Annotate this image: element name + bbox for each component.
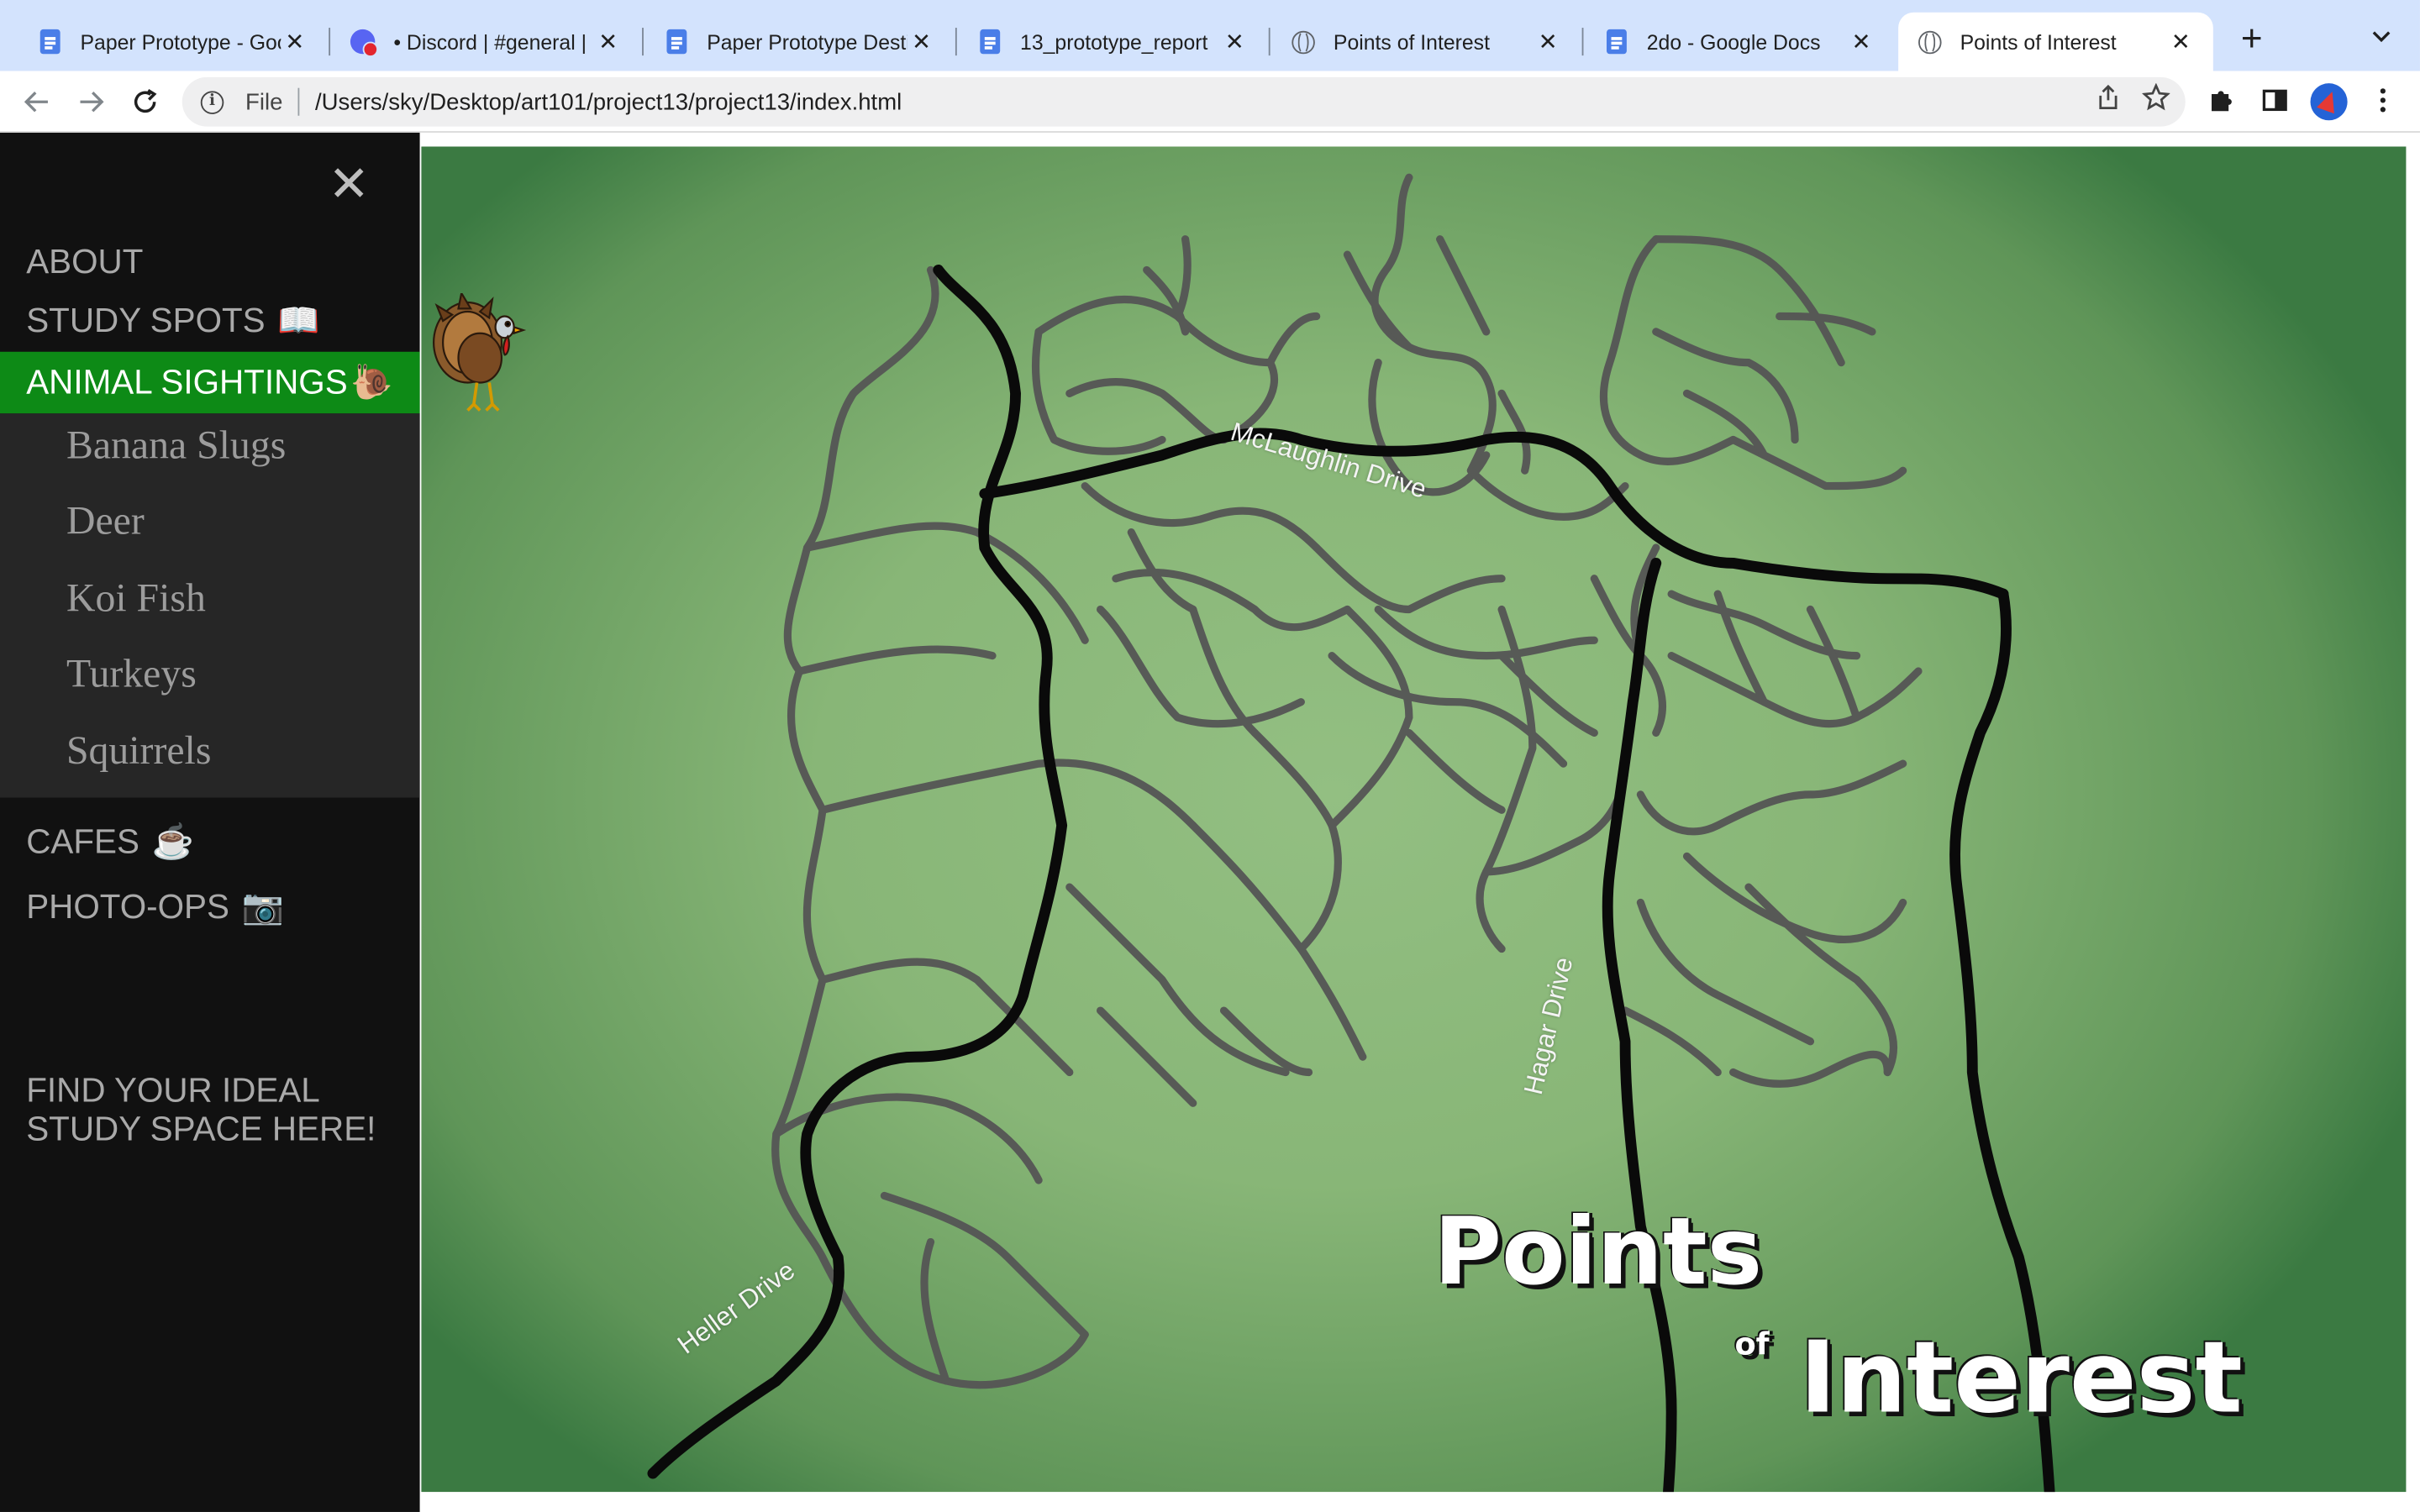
browser-tab[interactable]: • Discord | #general | ✕ bbox=[332, 13, 640, 71]
reload-icon[interactable] bbox=[127, 83, 164, 120]
tab-title: Paper Prototype Desti bbox=[707, 29, 908, 54]
close-tab-icon[interactable]: ✕ bbox=[281, 28, 308, 55]
close-tab-icon[interactable]: ✕ bbox=[594, 28, 622, 55]
share-icon[interactable] bbox=[2096, 83, 2120, 118]
address-separator bbox=[297, 87, 300, 116]
forward-arrow-icon[interactable] bbox=[72, 83, 109, 120]
tab-title: Points of Interest bbox=[1960, 29, 2117, 54]
map-title-of: of bbox=[1734, 1325, 1770, 1362]
submenu-item-banana-slugs[interactable]: Banana Slugs bbox=[66, 423, 286, 469]
extensions-puzzle-icon[interactable] bbox=[2204, 83, 2238, 117]
page-content: ✕ ABOUT STUDY SPOTS 📖 ANIMAL SIGHTINGS 🐌… bbox=[0, 132, 2420, 1512]
globe-icon bbox=[1917, 29, 1941, 54]
nav-item-label: ANIMAL SIGHTINGS bbox=[26, 362, 348, 402]
open-book-icon: 📖 bbox=[277, 301, 320, 340]
browser-tab[interactable]: Paper Prototype - Goo ✕ bbox=[18, 13, 327, 71]
browser-tab-active[interactable]: Points of Interest ✕ bbox=[1898, 12, 2213, 71]
browser-toolbar: i File /Users/sky/Desktop/art101/project… bbox=[0, 71, 2420, 133]
map-title-interest: Interest bbox=[1799, 1322, 2243, 1436]
submenu-item-deer[interactable]: Deer bbox=[66, 498, 145, 544]
address-scheme-label: File bbox=[245, 88, 283, 115]
new-tab-plus-icon[interactable]: + bbox=[2232, 21, 2272, 62]
nav-item-label: ABOUT bbox=[26, 242, 144, 281]
tab-title: 13_prototype_report bbox=[1020, 29, 1208, 54]
browser-tab[interactable]: 2do - Google Docs ✕ bbox=[1585, 13, 1893, 71]
nav-item-about[interactable]: ABOUT bbox=[0, 232, 420, 293]
nav-item-label: PHOTO-OPS bbox=[26, 887, 229, 927]
globe-icon bbox=[1290, 29, 1314, 54]
nav-item-study-spots[interactable]: STUDY SPOTS 📖 bbox=[0, 290, 420, 351]
close-tab-icon[interactable]: ✕ bbox=[2167, 28, 2195, 55]
close-tab-icon[interactable]: ✕ bbox=[1534, 28, 1562, 55]
address-url[interactable]: /Users/sky/Desktop/art101/project13/proj… bbox=[315, 89, 902, 115]
google-docs-icon bbox=[664, 29, 688, 55]
nav-item-photo-ops[interactable]: PHOTO-OPS 📷 bbox=[0, 876, 420, 937]
map-title-points: Points bbox=[1434, 1199, 1763, 1307]
nav-item-animal-sightings[interactable]: ANIMAL SIGHTINGS 🐌 bbox=[0, 351, 420, 414]
sidebar-tagline: FIND YOUR IDEAL STUDY SPACE HERE! bbox=[26, 1070, 376, 1148]
close-tab-icon[interactable]: ✕ bbox=[908, 28, 935, 55]
browser-tab-strip: Paper Prototype - Goo ✕ • Discord | #gen… bbox=[0, 0, 2420, 71]
google-docs-icon bbox=[977, 29, 1002, 55]
tab-title: Points of Interest bbox=[1333, 29, 1490, 54]
browser-menu-icon[interactable] bbox=[2366, 83, 2400, 117]
close-tab-icon[interactable]: ✕ bbox=[1848, 28, 1876, 55]
banana-slug-icon: 🐌 bbox=[350, 362, 393, 402]
google-docs-icon bbox=[37, 29, 61, 55]
browser-tab[interactable]: 13_prototype_report ✕ bbox=[959, 13, 1267, 71]
tab-title: • Discord | #general | bbox=[393, 29, 587, 54]
close-tab-icon[interactable]: ✕ bbox=[1221, 28, 1249, 55]
submenu-item-koi-fish[interactable]: Koi Fish bbox=[66, 575, 206, 622]
tab-separator bbox=[955, 28, 957, 56]
road-network-map bbox=[647, 173, 2055, 1493]
site-info-icon[interactable]: i bbox=[200, 90, 224, 113]
bookmark-star-icon[interactable] bbox=[2141, 82, 2170, 118]
campus-map[interactable]: McLaughlin Drive Hagar Drive Heller Driv… bbox=[421, 146, 2407, 1493]
sidebar-nav: ✕ ABOUT STUDY SPOTS 📖 ANIMAL SIGHTINGS 🐌… bbox=[0, 132, 420, 1512]
back-arrow-icon[interactable] bbox=[18, 83, 55, 120]
tab-separator bbox=[1268, 28, 1270, 56]
nav-item-label: STUDY SPOTS bbox=[26, 301, 266, 340]
tab-search-chevron-icon[interactable] bbox=[2365, 24, 2398, 58]
turkey-icon[interactable] bbox=[428, 290, 533, 413]
submenu-item-turkeys[interactable]: Turkeys bbox=[66, 651, 197, 697]
camera-icon: 📷 bbox=[241, 887, 285, 927]
tab-separator bbox=[1581, 28, 1584, 56]
side-panel-icon[interactable] bbox=[2258, 83, 2291, 117]
google-docs-icon bbox=[1603, 29, 1628, 55]
tab-title: 2do - Google Docs bbox=[1646, 29, 1821, 54]
profile-avatar[interactable] bbox=[2310, 83, 2348, 121]
submenu-item-squirrels[interactable]: Squirrels bbox=[66, 728, 211, 774]
browser-tab[interactable]: Points of Interest ✕ bbox=[1271, 13, 1580, 71]
discord-icon bbox=[350, 29, 378, 57]
nav-item-label: CAFES bbox=[26, 822, 139, 861]
tab-title: Paper Prototype - Goo bbox=[80, 29, 281, 54]
browser-tab[interactable]: Paper Prototype Desti ✕ bbox=[645, 13, 954, 71]
tab-separator bbox=[642, 28, 644, 56]
nav-item-cafes[interactable]: CAFES ☕ bbox=[0, 811, 420, 873]
close-sidebar-icon[interactable]: ✕ bbox=[326, 159, 372, 208]
coffee-cup-icon: ☕ bbox=[151, 822, 194, 861]
animal-submenu: Banana Slugs Deer Koi Fish Turkeys Squir… bbox=[0, 413, 420, 798]
address-bar[interactable]: i File /Users/sky/Desktop/art101/project… bbox=[182, 76, 2186, 127]
tab-separator bbox=[329, 28, 331, 56]
